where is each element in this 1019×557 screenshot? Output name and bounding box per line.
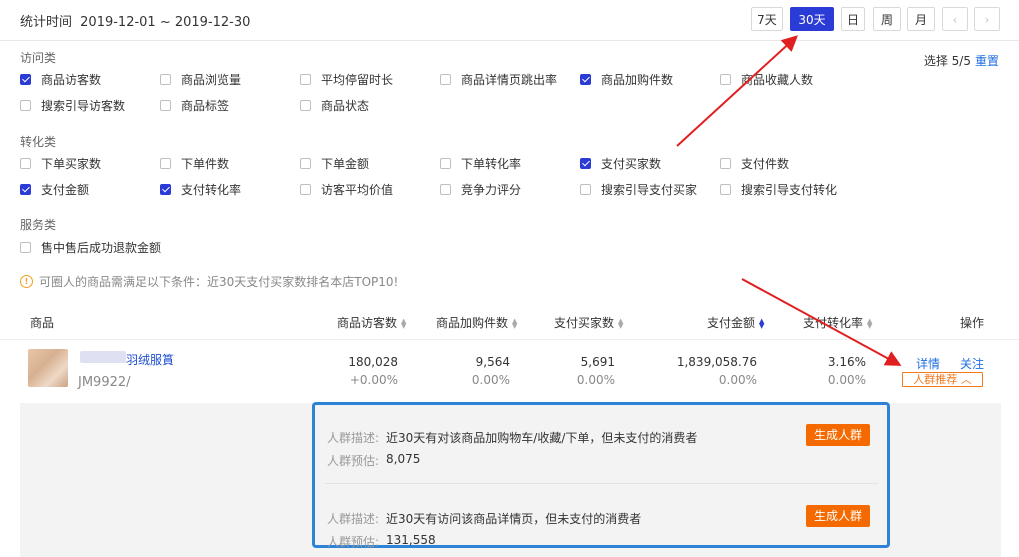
arrow-to-30-days xyxy=(676,35,798,147)
annotation-arrows xyxy=(676,35,902,366)
arrow-to-crowd-button xyxy=(741,278,902,366)
